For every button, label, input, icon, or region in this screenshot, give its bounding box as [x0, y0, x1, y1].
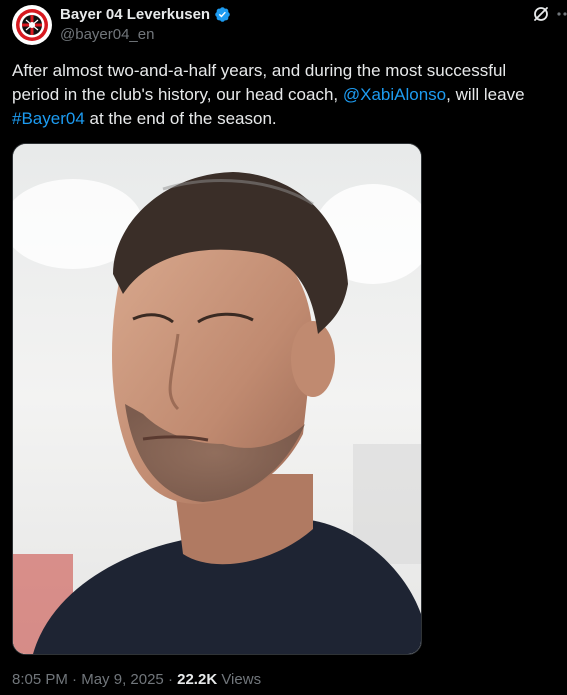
grok-icon[interactable]: [531, 4, 551, 24]
author-avatar[interactable]: [12, 5, 52, 45]
author-handle[interactable]: @bayer04_en: [60, 26, 154, 43]
verified-badge-icon: [215, 7, 230, 22]
tweet-meta: 8:05 PM · May 9, 2025 · 22.2K Views: [12, 671, 261, 688]
tweet-text-part3: at the end of the season.: [84, 109, 277, 128]
meta-separator: ·: [163, 671, 178, 688]
meta-separator: ·: [67, 671, 82, 688]
tweet-date[interactable]: May 9, 2025: [81, 671, 164, 688]
portrait-image: [13, 144, 421, 654]
bayer04-crest-icon: [16, 9, 48, 41]
author-display-name[interactable]: Bayer 04 Leverkusen: [60, 6, 210, 23]
views-count: 22.2K: [177, 671, 218, 688]
hashtag-link[interactable]: #Bayer04: [12, 109, 85, 128]
views-label: Views: [221, 671, 262, 688]
tweet: Bayer 04 Leverkusen @bayer04_en After al…: [0, 0, 567, 695]
author-name-row[interactable]: Bayer 04 Leverkusen: [60, 6, 231, 23]
more-icon[interactable]: [556, 4, 567, 24]
mention-link[interactable]: @XabiAlonso: [343, 85, 446, 104]
tweet-time[interactable]: 8:05 PM: [12, 671, 68, 688]
tweet-text-part2: , will leave: [446, 85, 525, 104]
tweet-photo[interactable]: [12, 143, 422, 655]
tweet-text: After almost two-and-a-half years, and d…: [12, 59, 552, 131]
